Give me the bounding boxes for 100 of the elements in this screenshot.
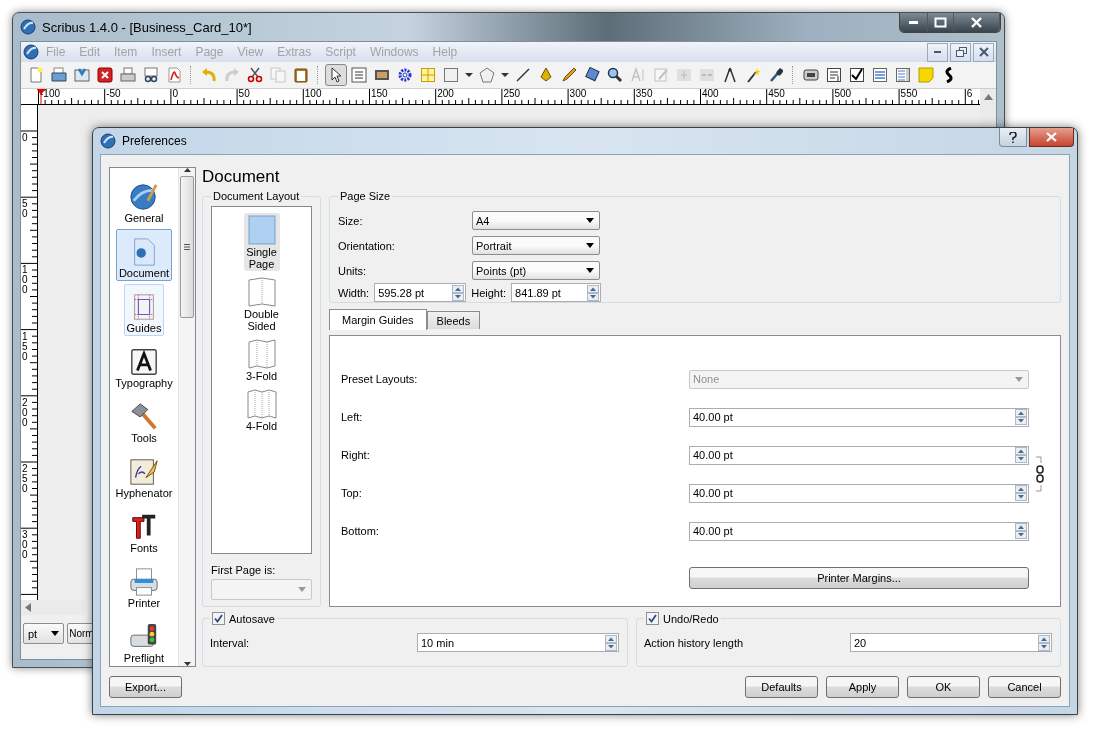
tab[interactable]: Margin Guides	[329, 309, 427, 330]
list-box-icon[interactable]	[872, 67, 888, 83]
spin-arrows-icon	[1038, 634, 1050, 651]
field-label: Units:	[338, 264, 368, 277]
scroll-thumb[interactable]	[180, 176, 194, 318]
pentagon-icon[interactable]	[479, 67, 495, 83]
printer-margins-button[interactable]: Printer Margins...	[689, 567, 1029, 589]
layout-option[interactable]: 3-Fold	[243, 337, 280, 383]
layout-option[interactable]: 4-Fold	[243, 387, 280, 433]
help-button[interactable]	[999, 128, 1027, 147]
maximize-button[interactable]	[928, 13, 954, 32]
close-button[interactable]	[954, 13, 1000, 32]
tab[interactable]: Bleeds	[426, 311, 481, 329]
restore-button[interactable]	[950, 42, 971, 62]
spinbox-field[interactable]: 10 min	[417, 633, 619, 652]
close-button[interactable]	[973, 42, 994, 62]
category-item[interactable]: Fonts	[126, 504, 162, 556]
ruler-label: 250	[22, 464, 29, 494]
ruler-label: 0	[172, 89, 178, 99]
preflight-icon[interactable]	[143, 67, 159, 83]
ruler-label: 150	[22, 331, 29, 362]
pointer-tool-button[interactable]	[325, 64, 347, 86]
dialog-button[interactable]: OK	[907, 676, 980, 698]
eyedropper-icon[interactable]	[768, 67, 784, 83]
chain-link-icon[interactable]	[1035, 454, 1045, 494]
ruler-label: 400	[702, 89, 719, 99]
printer-icon[interactable]	[120, 67, 136, 83]
category-item[interactable]: Guides	[123, 284, 165, 336]
letter-a-icon	[129, 347, 159, 377]
double-page-icon	[245, 276, 278, 308]
category-item[interactable]: Printer	[124, 559, 164, 611]
layout-option[interactable]: Single Page	[243, 213, 280, 271]
scroll-left-icon	[25, 603, 31, 612]
dropdown[interactable]: A4	[472, 211, 600, 230]
checkbox[interactable]	[646, 612, 659, 625]
save-icon[interactable]	[74, 67, 90, 83]
category-item[interactable]: Document	[115, 229, 173, 281]
dialog-button[interactable]: Cancel	[988, 676, 1061, 698]
globe-pencil-icon	[129, 182, 159, 212]
category-item[interactable]: Preflight	[120, 614, 168, 666]
scroll-down-icon	[183, 662, 191, 666]
compass-icon[interactable]	[722, 67, 738, 83]
checkbox-icon[interactable]	[849, 67, 865, 83]
open-folder-icon[interactable]	[51, 67, 67, 83]
push-button-icon[interactable]	[803, 67, 819, 83]
dialog-button[interactable]: Export...	[109, 676, 182, 698]
close-button[interactable]	[1029, 128, 1074, 147]
text-frame-icon[interactable]	[351, 67, 367, 83]
dropdown[interactable]: Points (pt)	[472, 261, 600, 280]
rectangle-icon[interactable]	[443, 67, 459, 83]
scroll-up-icon[interactable]	[983, 94, 993, 100]
ruler-label: 250	[503, 89, 521, 99]
field-label: Action history length	[644, 636, 745, 649]
rotate-icon[interactable]	[584, 67, 600, 83]
checkbox[interactable]	[212, 612, 225, 625]
spinbox-field[interactable]: 20	[850, 633, 1052, 652]
vertical-scrollbar[interactable]	[178, 168, 195, 666]
restore-icon	[954, 46, 967, 58]
combo-box-icon[interactable]	[895, 67, 911, 83]
gear-icon[interactable]	[397, 67, 413, 83]
dialog-button[interactable]: Apply	[826, 676, 899, 698]
spinbox-field[interactable]: 595.28 pt	[374, 283, 467, 302]
minimize-button[interactable]	[927, 42, 948, 62]
spinbox-field[interactable]: 40.00 pt	[689, 521, 1029, 541]
text-field-icon[interactable]	[826, 67, 842, 83]
spin-arrows-icon	[1015, 485, 1027, 501]
close-icon	[969, 16, 984, 29]
layout-option[interactable]: Double Sided	[243, 275, 280, 333]
magnifier-icon[interactable]	[607, 67, 623, 83]
ruler-label: 300	[569, 89, 587, 99]
category-item[interactable]: General	[121, 174, 167, 226]
image-frame-icon[interactable]	[374, 67, 390, 83]
line-icon[interactable]	[515, 67, 531, 83]
spinbox-field[interactable]: 40.00 pt	[689, 445, 1029, 465]
bezier-pen-icon[interactable]	[538, 67, 554, 83]
field-label: First Page is:	[211, 564, 277, 576]
dialog-button[interactable]: Defaults	[745, 676, 818, 698]
close-document-icon[interactable]	[97, 67, 113, 83]
category-item[interactable]: Typography	[112, 339, 176, 391]
magic-wand-icon[interactable]	[745, 67, 761, 83]
pencil-icon[interactable]	[561, 67, 577, 83]
single-page-icon	[245, 214, 278, 246]
dropdown[interactable]: Portrait	[472, 236, 600, 255]
minimize-button[interactable]	[900, 13, 928, 32]
spinbox-field[interactable]: 841.89 pt	[511, 283, 602, 302]
category-item[interactable]: Tools	[126, 394, 162, 446]
checkmark-icon	[214, 614, 223, 623]
minimize-icon	[934, 51, 941, 53]
unit-dropdown[interactable]: pt	[23, 623, 65, 644]
scissors-icon[interactable]	[247, 67, 263, 83]
dialog-title: Preferences	[122, 134, 187, 148]
pdf-icon[interactable]	[166, 67, 182, 83]
horizontal-scrollbar[interactable]	[21, 600, 85, 615]
group-title: Page Size	[339, 190, 392, 202]
quill-paper-icon	[129, 457, 159, 487]
paste-icon[interactable]	[293, 67, 309, 83]
scroll-up-icon	[183, 168, 191, 172]
category-item[interactable]: Hyphenator	[112, 449, 176, 501]
spinbox-field[interactable]: 40.00 pt	[689, 407, 1029, 427]
spinbox-field[interactable]: 40.00 pt	[689, 483, 1029, 503]
